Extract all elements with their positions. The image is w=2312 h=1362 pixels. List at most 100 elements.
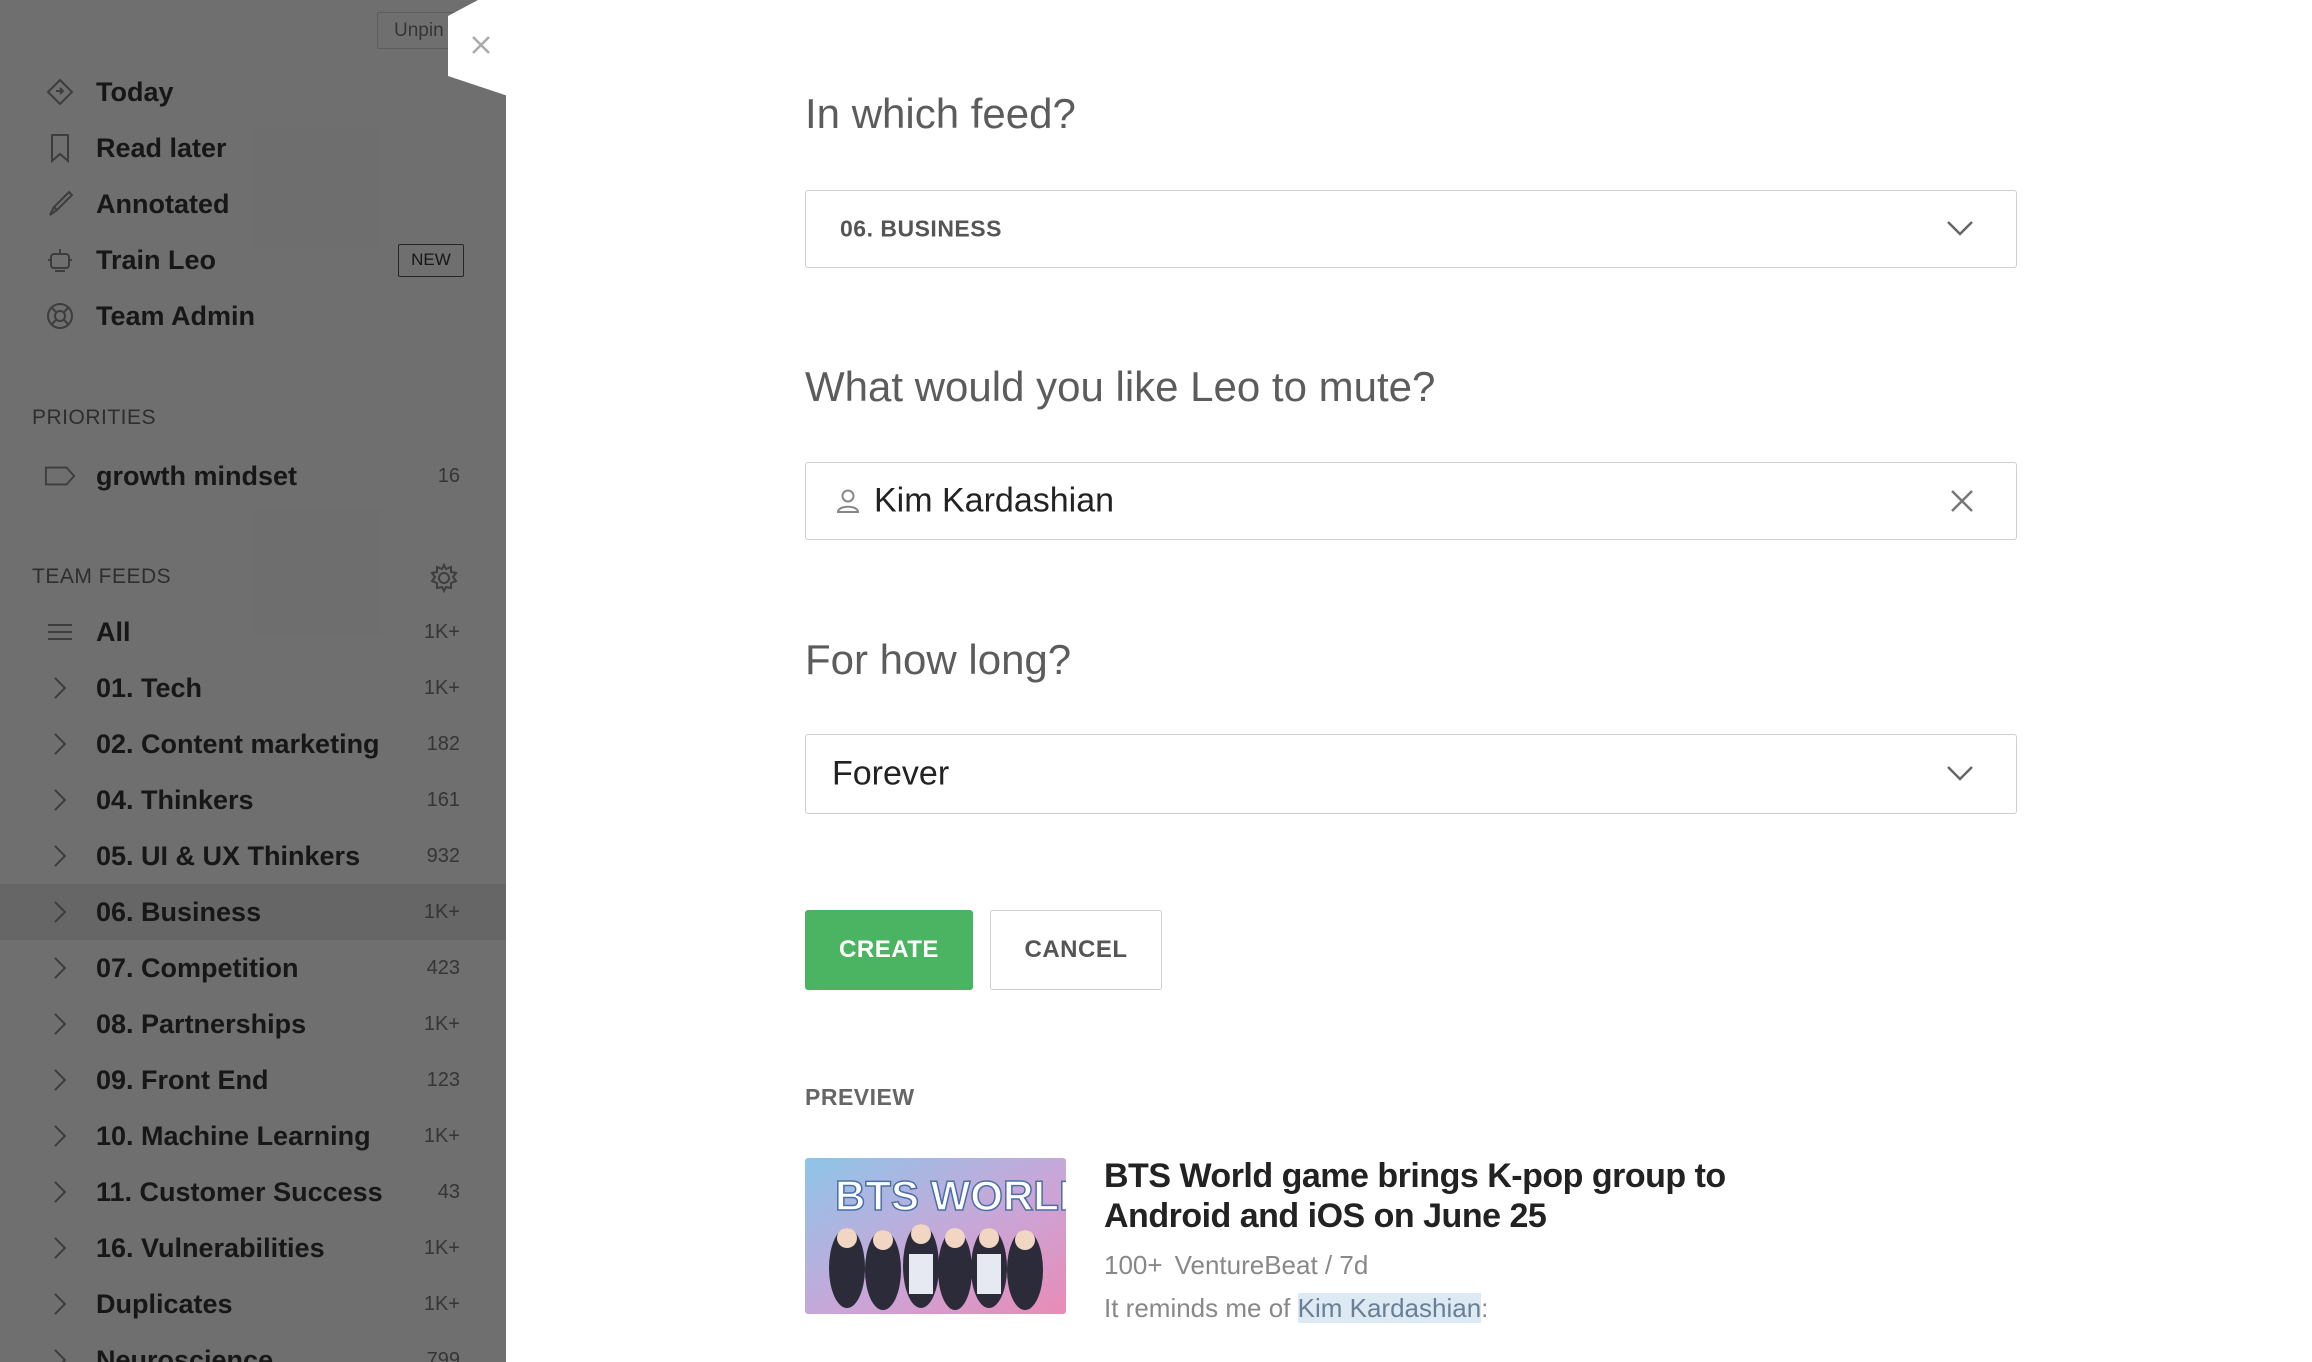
nav-label: 16. Vulnerabilities <box>96 1232 325 1263</box>
close-icon[interactable] <box>470 34 492 56</box>
excerpt-text-end: : <box>1481 1293 1489 1323</box>
priorities-heading: PRIORITIES <box>32 406 157 429</box>
clear-icon[interactable] <box>1948 487 1976 515</box>
chevron-right-icon[interactable] <box>44 1232 76 1264</box>
nav-label: 06. Business <box>96 896 262 927</box>
nav-label: Annotated <box>96 188 230 219</box>
bookmark-icon <box>44 132 76 164</box>
today-icon <box>44 76 76 108</box>
unread-count: 1K+ <box>423 1124 460 1147</box>
article-meta: 100+ VentureBeat / 7d <box>1104 1250 1368 1281</box>
unread-count: 1K+ <box>423 900 460 923</box>
excerpt-highlight: Kim Kardashian <box>1297 1293 1482 1323</box>
gear-icon[interactable] <box>428 562 460 594</box>
nav-item-read-later[interactable]: Read later <box>0 120 506 176</box>
thumbnail-logo-text: BTS WORLD <box>835 1172 1066 1219</box>
unread-count: 799 <box>426 1348 460 1362</box>
feed-item[interactable]: 05. UI & UX Thinkers 932 <box>0 828 506 884</box>
nav-label: Today <box>96 76 174 107</box>
feed-item[interactable]: 02. Content marketing 182 <box>0 716 506 772</box>
nav-label: Duplicates <box>96 1288 233 1319</box>
chevron-down-icon <box>1946 220 1974 238</box>
chevron-right-icon[interactable] <box>44 1288 76 1320</box>
chevron-right-icon[interactable] <box>44 1120 76 1152</box>
close-panel-button[interactable] <box>448 0 508 96</box>
tag-icon <box>44 460 76 492</box>
excerpt-text: It reminds me of <box>1104 1293 1298 1323</box>
nav-label: growth mindset <box>96 460 297 491</box>
chevron-right-icon[interactable] <box>44 1064 76 1096</box>
feed-item[interactable]: 07. Competition 423 <box>0 940 506 996</box>
feed-item[interactable]: 09. Front End 123 <box>0 1052 506 1108</box>
feed-item[interactable]: Duplicates 1K+ <box>0 1276 506 1332</box>
nav-label: 11. Customer Success <box>96 1176 383 1207</box>
feed-item[interactable]: Neuroscience 799 <box>0 1332 506 1362</box>
feed-item[interactable]: 01. Tech 1K+ <box>0 660 506 716</box>
nav-label: Team Admin <box>96 300 256 331</box>
unread-count: 1K+ <box>423 620 460 643</box>
cancel-button[interactable]: CANCEL <box>990 910 1162 990</box>
person-icon <box>836 488 860 514</box>
nav-label: 08. Partnerships <box>96 1008 307 1039</box>
feed-item-all[interactable]: All 1K+ <box>0 604 506 660</box>
feed-item[interactable]: 04. Thinkers 161 <box>0 772 506 828</box>
feed-item[interactable]: 08. Partnerships 1K+ <box>0 996 506 1052</box>
chevron-right-icon[interactable] <box>44 896 76 928</box>
article-title[interactable]: BTS World game brings K-pop group to And… <box>1104 1156 1744 1236</box>
nav-item-train-leo[interactable]: Train Leo NEW <box>0 232 506 288</box>
unread-count: 1K+ <box>423 676 460 699</box>
chevron-right-icon[interactable] <box>44 728 76 760</box>
mute-rule-form: In which feed? 06. BUSINESS What would y… <box>506 0 2312 1362</box>
mute-target-input[interactable]: Kim Kardashian <box>805 462 2017 540</box>
chevron-right-icon[interactable] <box>44 1176 76 1208</box>
nav-label: 09. Front End <box>96 1064 269 1095</box>
unread-count: 1K+ <box>423 1292 460 1315</box>
priority-item[interactable]: growth mindset 16 <box>0 448 506 504</box>
unpin-button[interactable]: Unpin <box>377 12 457 49</box>
chevron-right-icon[interactable] <box>44 672 76 704</box>
unread-count: 1K+ <box>423 1012 460 1035</box>
duration-select[interactable]: Forever <box>805 734 2017 814</box>
feed-item[interactable]: 16. Vulnerabilities 1K+ <box>0 1220 506 1276</box>
nav-label: Read later <box>96 132 227 163</box>
feed-select-value: 06. BUSINESS <box>840 215 1002 242</box>
article-excerpt: It reminds me of Kim Kardashian: <box>1104 1293 1488 1324</box>
team-feeds-heading: TEAM FEEDS <box>32 565 172 588</box>
unread-count: 423 <box>426 956 460 979</box>
nav-item-team-admin[interactable]: Team Admin <box>0 288 506 344</box>
feed-item[interactable]: 10. Machine Learning 1K+ <box>0 1108 506 1164</box>
list-icon <box>44 616 76 648</box>
chevron-right-icon[interactable] <box>44 952 76 984</box>
feed-question: In which feed? <box>805 90 1076 137</box>
nav-label: 04. Thinkers <box>96 784 254 815</box>
nav-label: All <box>96 616 131 647</box>
mute-question: What would you like Leo to mute? <box>805 363 1436 410</box>
unread-count: 182 <box>426 732 460 755</box>
chevron-right-icon[interactable] <box>44 840 76 872</box>
chevron-down-icon <box>1946 765 1974 783</box>
nav-label: 01. Tech <box>96 672 203 703</box>
popularity-count: 100+ <box>1104 1250 1163 1280</box>
nav-label: Train Leo <box>96 244 217 275</box>
article-thumbnail[interactable]: BTS WORLD <box>805 1158 1066 1314</box>
chevron-right-icon[interactable] <box>44 1008 76 1040</box>
feed-item[interactable]: 11. Customer Success 43 <box>0 1164 506 1220</box>
nav-item-today[interactable]: Today <box>0 64 506 120</box>
unread-count: 123 <box>426 1068 460 1091</box>
preview-heading: PREVIEW <box>805 1084 915 1110</box>
chevron-right-icon[interactable] <box>44 1344 76 1362</box>
nav-item-annotated[interactable]: Annotated <box>0 176 506 232</box>
unread-count: 43 <box>437 1180 460 1203</box>
create-button[interactable]: CREATE <box>805 910 973 990</box>
unread-count: 161 <box>426 788 460 811</box>
nav-label: 10. Machine Learning <box>96 1120 371 1151</box>
nav-label: 05. UI & UX Thinkers <box>96 840 361 871</box>
chevron-right-icon[interactable] <box>44 784 76 816</box>
new-badge: NEW <box>398 243 464 277</box>
feed-select[interactable]: 06. BUSINESS <box>805 190 2017 268</box>
article-source[interactable]: VentureBeat / 7d <box>1175 1250 1369 1280</box>
mute-target-value: Kim Kardashian <box>874 481 1115 520</box>
robot-icon <box>44 244 76 276</box>
feed-item-active[interactable]: 06. Business 1K+ <box>0 884 506 940</box>
unread-count: 1K+ <box>423 1236 460 1259</box>
